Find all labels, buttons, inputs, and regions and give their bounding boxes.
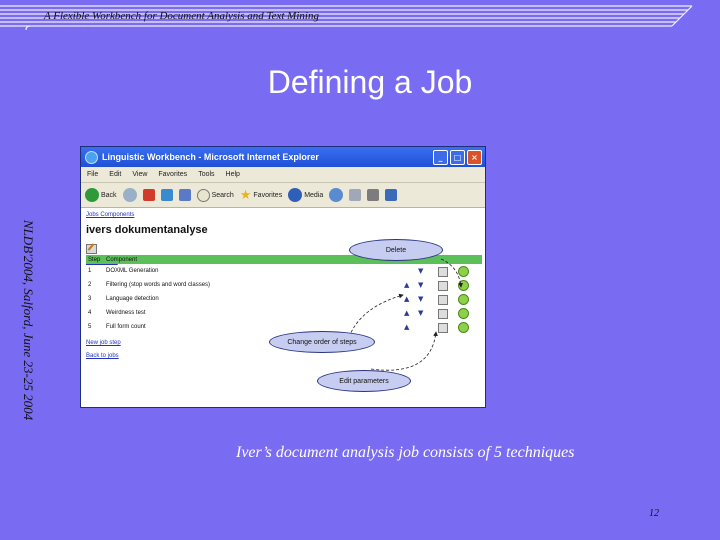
conference-side-text: NLDB'2004, Salford, June 23-25 2004 <box>21 219 36 421</box>
browser-window: Linguistic Workbench - Microsoft Interne… <box>80 146 486 408</box>
slide: A Flexible Workbench for Document Analys… <box>0 0 720 540</box>
annotation-arrows <box>348 258 463 371</box>
slide-title: Defining a Job <box>267 64 473 100</box>
change-order-callout: Change order of steps <box>269 331 375 353</box>
edit-parameters-callout: Edit parameters <box>317 370 411 392</box>
page-number: 12 <box>649 508 659 519</box>
slide-header: A Flexible Workbench for Document Analys… <box>44 10 319 22</box>
slide-caption: Iver’s document analysis job consists of… <box>236 444 575 461</box>
delete-callout: Delete <box>349 239 443 261</box>
